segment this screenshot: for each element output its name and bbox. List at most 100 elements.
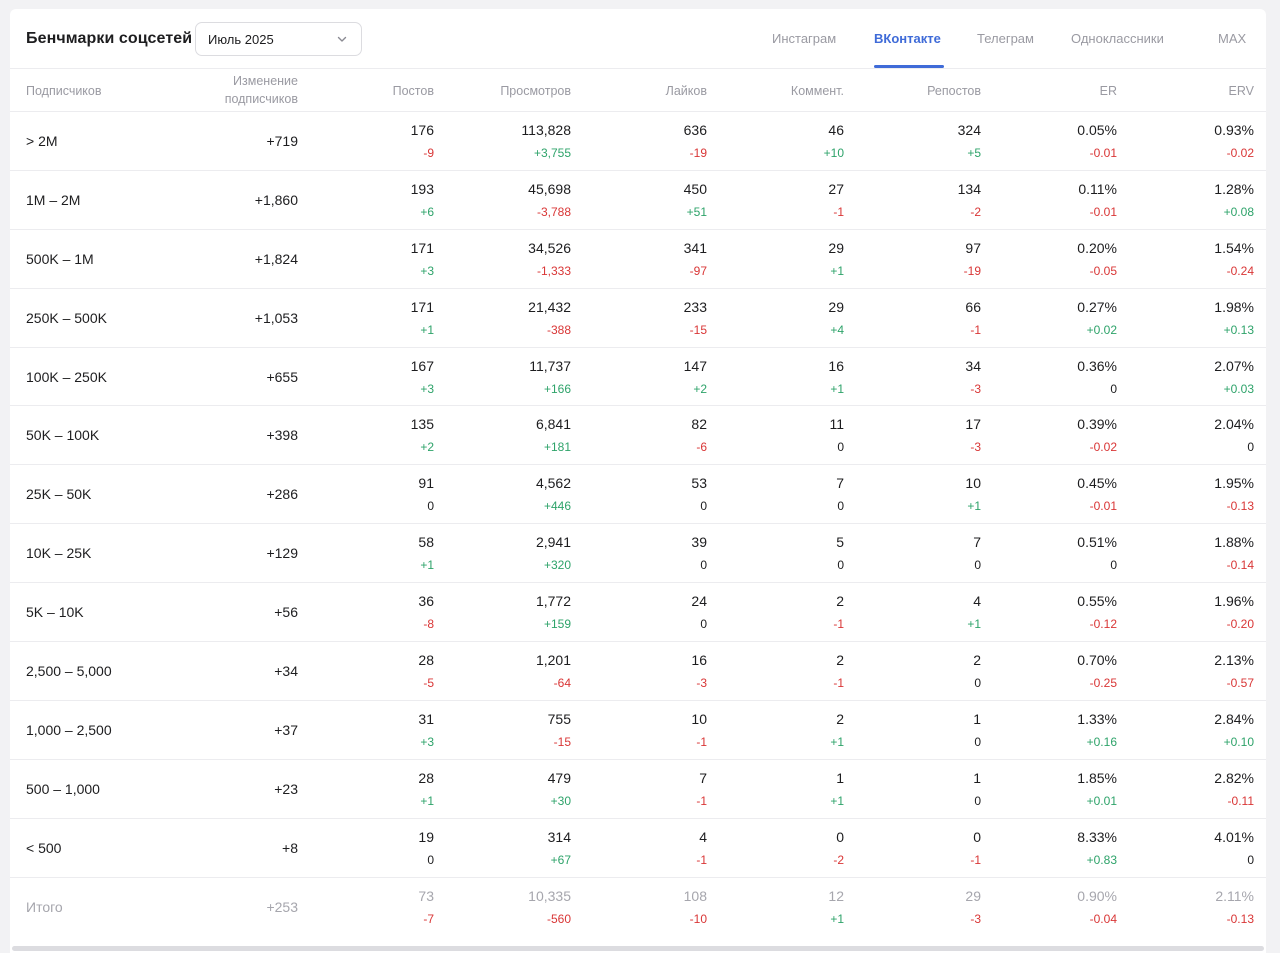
comments-value: 2 <box>836 652 844 669</box>
column-header-change[interactable]: Изменение подписчиков <box>225 72 298 108</box>
er-value: 0.20% <box>1077 239 1117 256</box>
reposts-delta: +1 <box>967 617 981 632</box>
table-row[interactable]: 1M – 2M +1,860 193 +6 45,698 -3,788 450 +51 27 -1… <box>10 171 1266 230</box>
erv-delta: +0.13 <box>1223 322 1254 337</box>
posts-value: 36 <box>418 593 434 610</box>
reposts-cell: 29 -3 <box>965 887 981 927</box>
column-header-comments[interactable]: Коммент. <box>791 82 844 100</box>
horizontal-scrollbar[interactable] <box>12 946 1264 951</box>
likes-value: 636 <box>683 122 707 138</box>
erv-cell: 2.82% -0.11 <box>1214 769 1254 809</box>
erv-value: 2.84% <box>1214 710 1254 727</box>
segment-label: 5K – 10K <box>26 604 84 621</box>
table-row[interactable]: > 2M +719 176 -9 113,828 +3,755 636 -19 46 +10 324… <box>10 112 1266 171</box>
reposts-delta: +5 <box>967 146 981 160</box>
reposts-delta: 0 <box>974 558 981 573</box>
tab-max[interactable]: MAX <box>1218 31 1246 46</box>
likes-value: 82 <box>691 416 707 433</box>
table-row[interactable]: 25K – 50K +286 91 0 4,562 +446 53 0 7 0 10 +1 0.45% -… <box>10 465 1266 525</box>
views-cell: 6,841 +181 <box>536 415 571 455</box>
views-value: 479 <box>547 769 571 786</box>
segment-label: 25K – 50K <box>26 486 92 503</box>
table-row[interactable]: 500 – 1,000 +23 28 +1 479 +30 7 -1 1 +1 1 0 1.85% +0.… <box>10 760 1266 819</box>
erv-value: 1.88% <box>1214 534 1254 551</box>
segment-label: Итого <box>26 899 63 916</box>
table-row[interactable]: 50K – 100K +398 135 +2 6,841 +181 82 -6 11 0 17 -3 0… <box>10 406 1266 466</box>
comments-cell: 50 <box>836 533 844 573</box>
column-header-views[interactable]: Просмотров <box>500 82 571 100</box>
reposts-delta: -2 <box>970 204 981 219</box>
comments-delta: 0 <box>837 499 844 514</box>
posts-delta: +3 <box>420 381 434 396</box>
column-header-erv[interactable]: ERV <box>1229 82 1254 100</box>
posts-cell: 167 +3 <box>411 357 434 397</box>
views-value: 6,841 <box>535 416 571 433</box>
views-value: 45,698 <box>528 180 571 197</box>
er-cell: 0.11% -0.01 <box>1078 180 1117 220</box>
er-cell: 0.27% +0.02 <box>1077 298 1117 338</box>
column-header-segment[interactable]: Подписчиков <box>26 82 102 100</box>
comments-value: 2 <box>836 593 844 610</box>
subscribers-change: +1,824 <box>254 250 298 267</box>
views-delta: -64 <box>553 676 571 691</box>
likes-value: 147 <box>683 357 707 374</box>
reposts-value: 1 <box>973 769 981 786</box>
table-row[interactable]: 250K – 500K +1,053 171 +1 21,432 -388 233 -15 29… <box>10 289 1266 348</box>
tab-telegram[interactable]: Телеграм <box>977 31 1034 46</box>
likes-delta: -15 <box>689 322 707 337</box>
er-delta: -0.12 <box>1089 617 1117 632</box>
posts-value: 171 <box>410 298 434 315</box>
erv-cell: 0.93% -0.02 <box>1214 121 1254 161</box>
table-row[interactable]: < 500 +8 19 0 314 +67 4 -1 0 -2 0 -1 8.33% +0.83 4.01%… <box>10 819 1266 878</box>
erv-value: 1.54% <box>1214 239 1254 256</box>
reposts-delta: -3 <box>970 440 981 455</box>
table-row-total[interactable]: Итого +253 73 -7 10,335 -560 108 -10 12 +1 29 -3 0.9… <box>10 878 1266 937</box>
column-header-reposts[interactable]: Репостов <box>927 82 981 100</box>
table-row[interactable]: 1,000 – 2,500 +37 31 +3 755 -15 10 -1 2 +1 1 0 1.33%… <box>10 701 1266 760</box>
erv-value: 1.95% <box>1214 475 1254 492</box>
column-header-posts[interactable]: Постов <box>393 82 434 100</box>
comments-value: 29 <box>828 239 844 256</box>
likes-delta: 0 <box>700 558 707 573</box>
posts-value: 171 <box>410 239 434 256</box>
posts-value: 91 <box>418 475 434 492</box>
posts-cell: 28 -5 <box>418 651 434 691</box>
views-cell: 11,737 +166 <box>529 357 571 397</box>
comments-delta: 0 <box>837 440 844 455</box>
reposts-cell: 324 +5 <box>958 121 981 161</box>
table-body: > 2M +719 176 -9 113,828 +3,755 636 -19 46 +10 324… <box>10 112 1266 936</box>
tab-vkontakte[interactable]: ВКонтакте <box>874 31 941 46</box>
table-row[interactable]: 5K – 10K +56 36 -8 1,772 +159 24 0 2 -1 4 +1 0.55% -0… <box>10 583 1266 643</box>
posts-value: 176 <box>410 122 434 138</box>
views-cell: 755 -15 <box>548 710 571 750</box>
table-row[interactable]: 2,500 – 5,000 +34 28 -5 1,201 -64 16 -3 2 -1 2 0 0.7… <box>10 642 1266 701</box>
tab-instagram[interactable]: Инстаграм <box>772 31 836 46</box>
posts-value: 19 <box>418 828 434 845</box>
likes-value: 16 <box>691 652 707 669</box>
posts-cell: 171 +1 <box>411 298 434 338</box>
column-header-er[interactable]: ER <box>1100 82 1117 100</box>
erv-delta: -0.13 <box>1226 911 1254 926</box>
period-select[interactable]: Июль 2025 <box>195 22 362 56</box>
table-row[interactable]: 10K – 25K +129 58 +1 2,941 +320 39 0 5 0 7 0 0.51% 0 1… <box>10 524 1266 584</box>
reposts-value: 29 <box>965 887 981 904</box>
posts-delta: 0 <box>427 852 434 867</box>
tab-odnoklassniki[interactable]: Одноклассники <box>1071 31 1164 46</box>
views-cell: 2,941 +320 <box>536 533 571 573</box>
posts-value: 58 <box>418 534 434 551</box>
er-value: 0.27% <box>1077 298 1117 315</box>
likes-delta: -6 <box>696 440 707 455</box>
er-delta: 0 <box>1110 558 1117 573</box>
table-row[interactable]: 500K – 1M +1,824 171 +3 34,526 -1,333 341 -97 29… <box>10 230 1266 289</box>
comments-value: 16 <box>828 357 844 374</box>
segment-label: 2,500 – 5,000 <box>26 662 112 679</box>
erv-cell: 1.98% +0.13 <box>1214 298 1254 338</box>
reposts-value: 2 <box>973 652 981 669</box>
column-header-likes[interactable]: Лайков <box>666 82 707 100</box>
comments-delta: +1 <box>830 263 844 278</box>
table-row[interactable]: 100K – 250K +655 167 +3 11,737 +166 147 +2 16 +1 3… <box>10 348 1266 407</box>
erv-value: 2.07% <box>1214 357 1254 374</box>
er-value: 0.36% <box>1077 357 1117 374</box>
views-delta: +67 <box>550 852 571 867</box>
er-delta: +0.16 <box>1086 734 1117 749</box>
